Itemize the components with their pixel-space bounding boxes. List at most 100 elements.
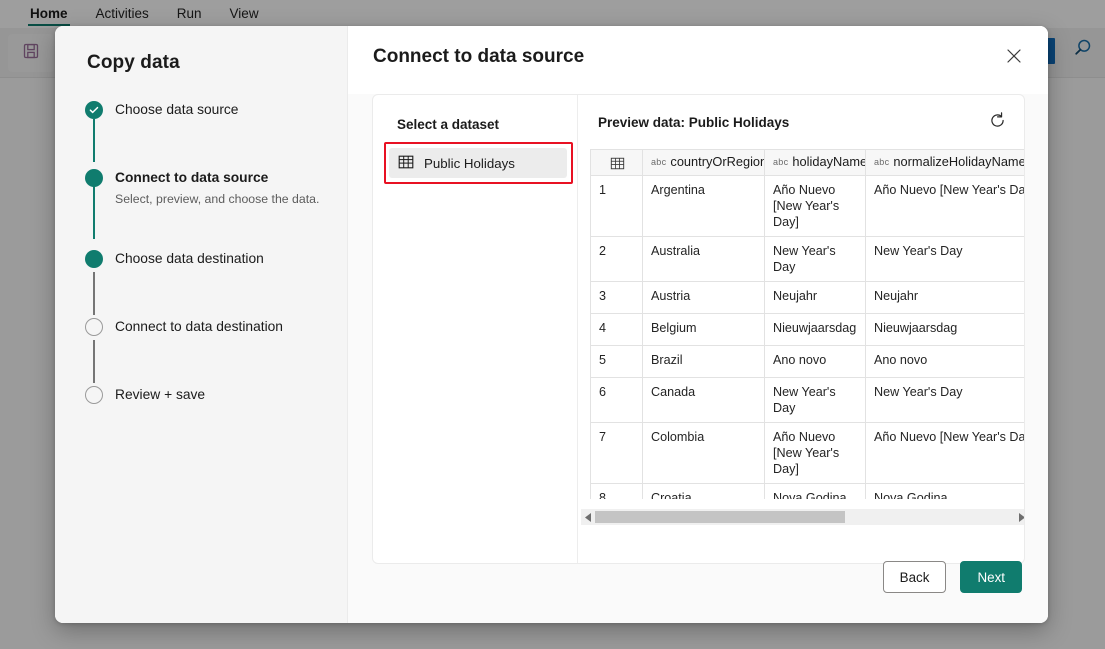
- step-status-done-icon: [85, 101, 103, 119]
- column-header-label: normalizeHolidayName: [893, 154, 1025, 169]
- next-button[interactable]: Next: [960, 561, 1022, 593]
- column-header-label: holidayName: [792, 154, 865, 169]
- text-type-icon: abc: [651, 157, 666, 167]
- cell-normalizeholidayname: Nova Godina: [866, 484, 1026, 500]
- row-index: 6: [591, 378, 643, 423]
- scrollbar-track[interactable]: [595, 509, 1014, 525]
- dataset-list-pane: Select a dataset: [373, 95, 578, 563]
- step-label: Review + save: [115, 385, 205, 404]
- cell-countryorregion: Brazil: [643, 346, 765, 378]
- table-row[interactable]: 1 Argentina Año Nuevo [New Year's Day] A…: [591, 176, 1026, 237]
- dialog-header: Connect to data source: [348, 26, 1048, 94]
- cell-normalizeholidayname: Año Nuevo [New Year's Day]: [866, 176, 1026, 237]
- preview-table-body: 1 Argentina Año Nuevo [New Year's Day] A…: [591, 176, 1026, 500]
- cell-holidayname: New Year's Day: [765, 378, 866, 423]
- preview-grid-clip: abccountryOrRegion abcholidayName abcnor…: [590, 149, 1025, 499]
- cell-holidayname: Neujahr: [765, 282, 866, 314]
- row-index: 7: [591, 423, 643, 484]
- row-index: 5: [591, 346, 643, 378]
- table-row[interactable]: 2 Australia New Year's Day New Year's Da…: [591, 237, 1026, 282]
- dataset-item-label: Public Holidays: [424, 156, 515, 171]
- step-status-active-icon: [85, 250, 103, 268]
- scroll-left-arrow-icon[interactable]: [581, 509, 595, 525]
- dialog-footer: Back Next: [883, 561, 1022, 593]
- cell-normalizeholidayname: Nieuwjaarsdag: [866, 314, 1026, 346]
- cell-countryorregion: Colombia: [643, 423, 765, 484]
- table-grid-icon: [398, 154, 414, 173]
- step-label: Connect to data destination: [115, 317, 283, 336]
- dialog-title: Connect to data source: [373, 46, 584, 68]
- cell-normalizeholidayname: New Year's Day: [866, 237, 1026, 282]
- cell-countryorregion: Croatia: [643, 484, 765, 500]
- table-row[interactable]: 3 Austria Neujahr Neujahr: [591, 282, 1026, 314]
- cell-holidayname: Nova Godina: [765, 484, 866, 500]
- cell-countryorregion: Belgium: [643, 314, 765, 346]
- row-index: 1: [591, 176, 643, 237]
- cell-holidayname: New Year's Day: [765, 237, 866, 282]
- wizard-step-choose-data-destination[interactable]: Choose data destination: [85, 249, 347, 275]
- wizard-step-connect-to-data-destination[interactable]: Connect to data destination: [85, 317, 347, 343]
- row-index: 3: [591, 282, 643, 314]
- row-index: 2: [591, 237, 643, 282]
- cell-countryorregion: Austria: [643, 282, 765, 314]
- table-row[interactable]: 8 Croatia Nova Godina Nova Godina: [591, 484, 1026, 500]
- step-connector-3: [93, 272, 95, 315]
- preview-table: abccountryOrRegion abcholidayName abcnor…: [590, 149, 1025, 499]
- cell-holidayname: Nieuwjaarsdag: [765, 314, 866, 346]
- dialog-content: Connect to data source Select a dataset: [348, 26, 1048, 623]
- refresh-button[interactable]: [982, 108, 1012, 138]
- cell-normalizeholidayname: Año Nuevo [New Year's Day]: [866, 423, 1026, 484]
- horizontal-scrollbar[interactable]: [581, 509, 1025, 525]
- data-source-panel: Select a dataset: [372, 94, 1025, 564]
- wizard-steps: Choose data source Connect to data sourc…: [85, 100, 347, 411]
- wizard-title: Copy data: [87, 52, 347, 74]
- dataset-list-title: Select a dataset: [397, 117, 577, 132]
- cell-normalizeholidayname: Neujahr: [866, 282, 1026, 314]
- step-label: Choose data destination: [115, 249, 264, 268]
- row-index: 8: [591, 484, 643, 500]
- cell-countryorregion: Australia: [643, 237, 765, 282]
- wizard-rail: Copy data Choose d: [55, 26, 348, 623]
- preview-title: Preview data: Public Holidays: [598, 115, 789, 130]
- preview-pane: Preview data: Public Holidays: [578, 95, 1024, 563]
- step-connector-4: [93, 340, 95, 383]
- dataset-item-public-holidays[interactable]: Public Holidays: [389, 148, 567, 178]
- table-row[interactable]: 7 Colombia Año Nuevo [New Year's Day] Añ…: [591, 423, 1026, 484]
- step-label: Connect to data source: [115, 168, 319, 187]
- column-header-label: countryOrRegion: [670, 154, 764, 169]
- cell-normalizeholidayname: Ano novo: [866, 346, 1026, 378]
- cell-normalizeholidayname: New Year's Day: [866, 378, 1026, 423]
- table-row[interactable]: 6 Canada New Year's Day New Year's Day: [591, 378, 1026, 423]
- step-status-todo-icon: [85, 386, 103, 404]
- step-label: Choose data source: [115, 100, 239, 119]
- column-header-holidayname[interactable]: abc holidayName: [765, 150, 866, 176]
- text-type-icon: abc: [773, 157, 788, 167]
- column-header-index[interactable]: [591, 150, 643, 176]
- cell-holidayname: Ano novo: [765, 346, 866, 378]
- table-row[interactable]: 4 Belgium Nieuwjaarsdag Nieuwjaarsdag: [591, 314, 1026, 346]
- cell-countryorregion: Argentina: [643, 176, 765, 237]
- cell-countryorregion: Canada: [643, 378, 765, 423]
- table-row[interactable]: 5 Brazil Ano novo Ano novo: [591, 346, 1026, 378]
- app-root: Home Activities Run View: [0, 0, 1105, 649]
- close-icon: [1005, 47, 1023, 70]
- step-connector-2: [93, 184, 95, 239]
- scrollbar-thumb[interactable]: [595, 511, 845, 523]
- wizard-step-connect-to-data-source[interactable]: Connect to data source Select, preview, …: [85, 168, 347, 207]
- cell-holidayname: Año Nuevo [New Year's Day]: [765, 423, 866, 484]
- column-header-normalizeholidayname[interactable]: abc normalizeHolidayName: [866, 150, 1026, 176]
- connect-data-source-dialog: Copy data Choose d: [55, 26, 1048, 623]
- wizard-step-choose-data-source[interactable]: Choose data source: [85, 100, 347, 126]
- step-description: Select, preview, and choose the data.: [115, 191, 319, 207]
- step-status-todo-icon: [85, 318, 103, 336]
- step-connector-1: [93, 119, 95, 162]
- close-button[interactable]: [998, 42, 1030, 74]
- scroll-right-arrow-icon[interactable]: [1014, 509, 1025, 525]
- wizard-step-review-save[interactable]: Review + save: [85, 385, 347, 411]
- column-header-countryorregion[interactable]: abc countryOrRegion: [643, 150, 765, 176]
- step-status-current-icon: [85, 169, 103, 187]
- text-type-icon: abc: [874, 157, 889, 167]
- row-index: 4: [591, 314, 643, 346]
- table-grid-icon: [610, 154, 625, 169]
- back-button[interactable]: Back: [883, 561, 947, 593]
